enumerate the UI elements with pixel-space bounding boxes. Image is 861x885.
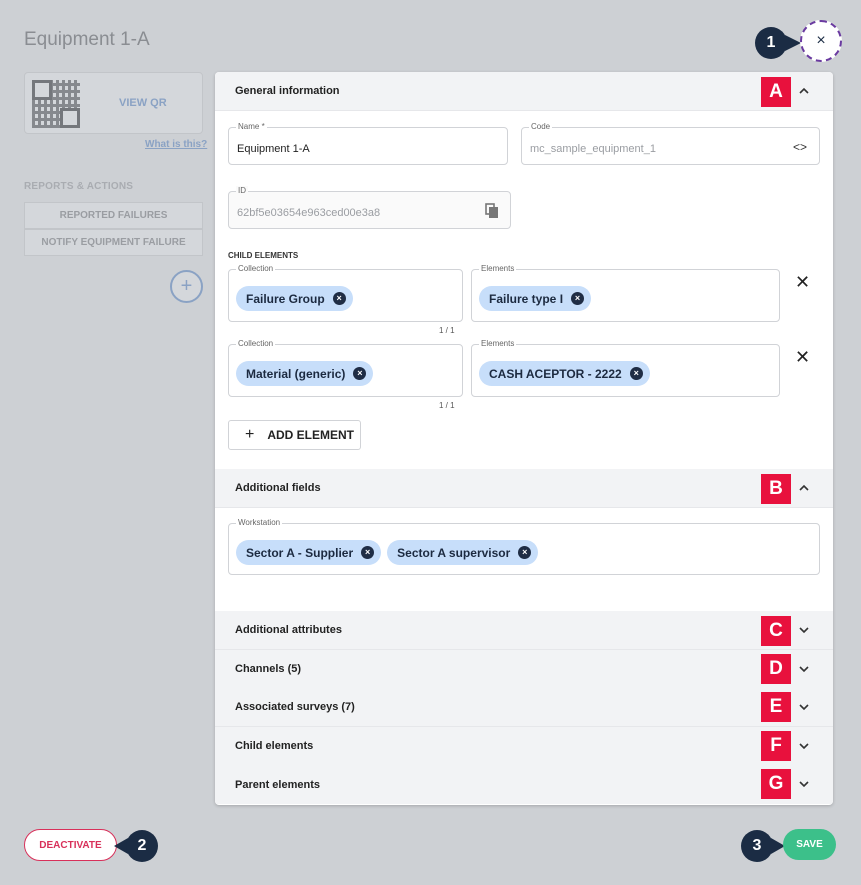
badge-d: D (761, 654, 791, 684)
section-title: Additional fields (235, 482, 321, 494)
chip: Material (generic) × (236, 361, 374, 386)
plus-icon: + (245, 426, 255, 443)
chevron-down-icon[interactable] (797, 662, 811, 676)
chip: CASH ACEPTOR - 2222 × (479, 361, 650, 386)
name-label: Name * (236, 122, 267, 131)
name-value: Equipment 1-A (237, 143, 310, 155)
collection-label: Collection (236, 339, 276, 348)
copy-icon[interactable] (485, 203, 499, 219)
page-title: Equipment 1-A (24, 29, 150, 50)
section-title: Child elements (235, 740, 314, 752)
elements-label: Elements (479, 264, 517, 273)
elements-field[interactable]: Elements CASH ACEPTOR - 2222 × (471, 339, 780, 397)
badge-e: E (761, 692, 791, 722)
callout-2: 2 (126, 830, 158, 862)
remove-row-icon[interactable]: ✕ (795, 347, 810, 368)
section-parent-elements[interactable]: Parent elements G (215, 765, 833, 804)
notify-failure-button[interactable]: NOTIFY EQUIPMENT FAILURE (24, 229, 203, 256)
badge-b: B (761, 474, 791, 504)
chip-label: CASH ACEPTOR - 2222 (489, 366, 622, 381)
chip-label: Sector A supervisor (397, 545, 511, 560)
qr-card: VIEW QR (24, 72, 203, 134)
section-child-elements[interactable]: Child elements F (215, 727, 833, 766)
section-title: Parent elements (235, 778, 320, 791)
close-icon: × (816, 32, 826, 49)
close-button[interactable]: × (800, 20, 842, 62)
id-value: 62bf5e03654e963ced00e3a8 (237, 207, 381, 219)
chevron-up-icon[interactable] (797, 84, 811, 98)
collection-field[interactable]: Collection Failure Group × (228, 264, 463, 322)
elements-label: Elements (479, 339, 517, 348)
chevron-down-icon[interactable] (797, 623, 811, 637)
qr-code-image (32, 80, 80, 128)
chip-remove-icon[interactable]: × (353, 367, 367, 380)
equipment-edit-panel: General information A Name * Equipment 1… (215, 72, 833, 805)
deactivate-button[interactable]: DEACTIVATE (24, 829, 117, 861)
chevron-down-icon[interactable] (797, 739, 811, 753)
reported-failures-button[interactable]: REPORTED FAILURES (24, 202, 203, 229)
collection-counter: 1 / 1 (439, 401, 455, 410)
what-is-this-link[interactable]: What is this? (145, 139, 207, 150)
chip-remove-icon[interactable]: × (571, 292, 585, 305)
elements-field[interactable]: Elements Failure type I × (471, 264, 780, 322)
chip-remove-icon[interactable]: × (332, 292, 346, 305)
section-channels[interactable]: Channels (5) D (215, 650, 833, 689)
save-button[interactable]: SAVE (783, 829, 836, 860)
section-title: Channels (5) (235, 663, 302, 675)
id-label: ID (236, 186, 248, 195)
chevron-up-icon[interactable] (797, 481, 811, 495)
chevron-down-icon[interactable] (797, 700, 811, 714)
section-additional-attributes[interactable]: Additional attributes C (215, 611, 833, 650)
code-label: Code (529, 122, 553, 131)
chevron-down-icon[interactable] (797, 777, 811, 791)
add-element-label: ADD ELEMENT (267, 428, 355, 442)
reports-actions-title: REPORTS & ACTIONS (24, 181, 134, 192)
badge-g: G (761, 769, 791, 799)
add-element-button[interactable]: + ADD ELEMENT (228, 420, 361, 450)
code-value: mc_sample_equipment_1 (530, 143, 656, 155)
add-action-button[interactable]: + (170, 270, 203, 303)
badge-a: A (761, 77, 791, 107)
collection-field[interactable]: Collection Material (generic) × (228, 339, 463, 397)
chip-label: Failure Group (246, 291, 325, 306)
id-field: ID 62bf5e03654e963ced00e3a8 (228, 186, 511, 229)
callout-1-tail (785, 35, 801, 51)
code-field[interactable]: Code mc_sample_equipment_1 <> (521, 122, 820, 165)
remove-row-icon[interactable]: ✕ (795, 272, 810, 293)
collection-counter: 1 / 1 (439, 326, 455, 335)
section-additional-fields[interactable]: Additional fields B (215, 469, 833, 508)
chip-label: Failure type I (489, 291, 564, 306)
chip: Sector A supervisor × (387, 540, 539, 565)
name-field[interactable]: Name * Equipment 1-A (228, 122, 508, 165)
callout-1: 1 (755, 27, 787, 59)
callout-3: 3 (741, 830, 773, 862)
badge-f: F (761, 731, 791, 761)
child-elements-title: CHILD ELEMENTS (228, 251, 299, 260)
chip: Sector A - Supplier × (236, 540, 382, 565)
section-associated-surveys[interactable]: Associated surveys (7) E (215, 688, 833, 727)
chip: Failure type I × (479, 286, 592, 311)
chip: Failure Group × (236, 286, 353, 311)
workstation-field[interactable]: Workstation Sector A - Supplier × Sector … (228, 518, 820, 575)
workstation-label: Workstation (236, 518, 283, 527)
section-general-information[interactable]: General information A (215, 72, 833, 111)
section-title: Additional attributes (235, 624, 342, 636)
badge-c: C (761, 616, 791, 646)
chip-remove-icon[interactable]: × (518, 546, 532, 559)
section-title: Associated surveys (7) (235, 701, 355, 713)
chip-remove-icon[interactable]: × (629, 367, 643, 380)
chip-remove-icon[interactable]: × (361, 546, 375, 559)
collection-label: Collection (236, 264, 276, 273)
view-qr-link[interactable]: VIEW QR (119, 97, 167, 109)
chip-label: Sector A - Supplier (246, 545, 354, 560)
code-icon[interactable]: <> (793, 140, 807, 154)
chip-label: Material (generic) (246, 366, 346, 381)
section-title: General information (235, 85, 340, 97)
